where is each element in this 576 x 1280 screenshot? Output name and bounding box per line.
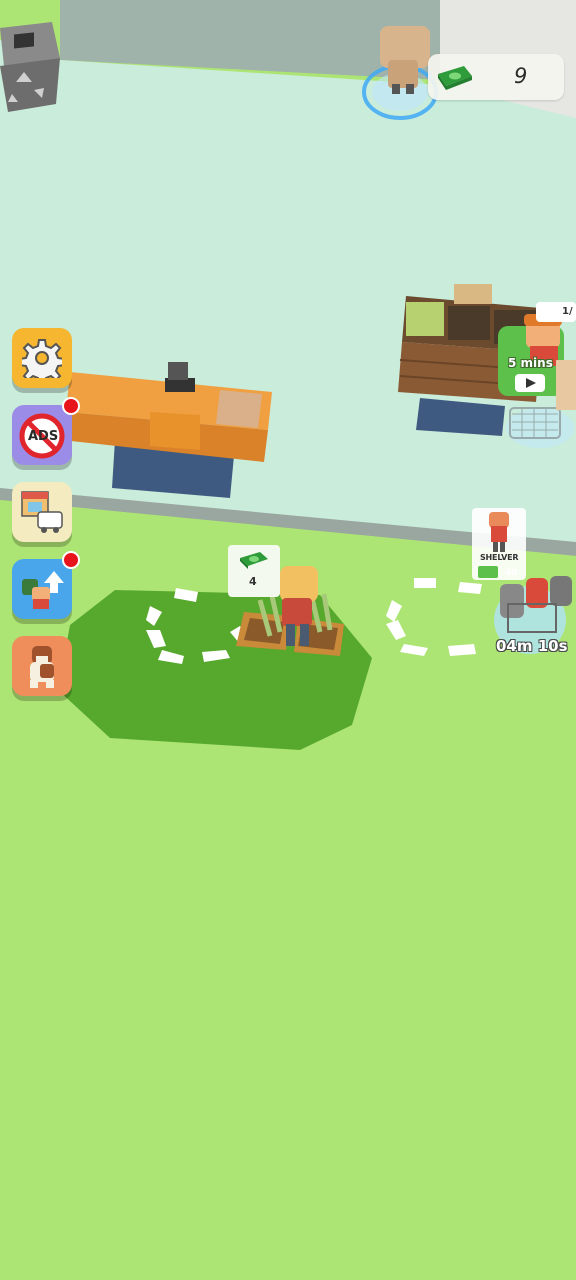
upgrade-staff-button[interactable]	[12, 551, 80, 619]
customers-count: 40	[505, 568, 518, 578]
ad-booster-label: 5 mins	[508, 356, 553, 370]
purchase-cost: 4	[249, 575, 257, 588]
staff-upgrade-icon	[22, 571, 64, 609]
game-scene[interactable]	[0, 0, 576, 1280]
cash-icon	[438, 66, 472, 90]
recycle-bin[interactable]	[0, 22, 60, 112]
shop-button[interactable]	[12, 482, 72, 542]
settings-button[interactable]	[12, 328, 72, 388]
shop-delivery-icon	[21, 491, 63, 533]
ads-label: ADS	[28, 429, 59, 444]
cash-icon	[240, 552, 268, 569]
cash-display: 9	[428, 54, 564, 100]
counter-hint: 1/	[562, 306, 573, 317]
notification-badge	[62, 397, 80, 415]
dog-icon	[30, 646, 54, 688]
remove-ads-button[interactable]: ADS	[12, 397, 80, 465]
pet-button[interactable]	[12, 636, 72, 696]
gear-icon	[22, 339, 62, 378]
shelver-label: SHELVER	[480, 553, 519, 562]
notification-badge	[62, 551, 80, 569]
cash-amount: 9	[514, 64, 528, 88]
customer-timer: 04m 10s	[496, 637, 568, 655]
